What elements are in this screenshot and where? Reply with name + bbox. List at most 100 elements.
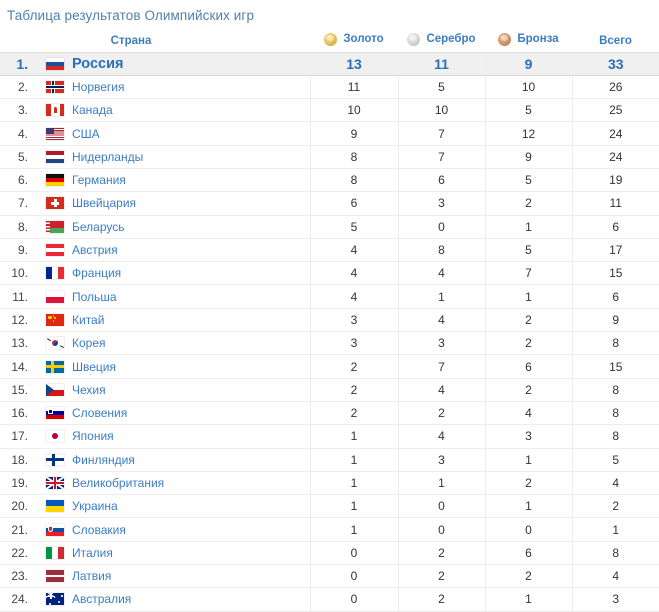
column-header-bronze[interactable]: Бронза bbox=[485, 30, 572, 53]
column-header-silver[interactable]: Серебро bbox=[398, 30, 485, 53]
table-row[interactable]: 13. Корея 3 3 2 8 bbox=[0, 331, 659, 356]
row-country-cell[interactable]: Китай bbox=[40, 308, 310, 333]
row-gold-count: 2 bbox=[309, 354, 398, 379]
table-row[interactable]: 23. Латвия 0 2 2 4 bbox=[0, 564, 659, 589]
row-country-name: Беларусь bbox=[72, 219, 125, 234]
row-gold-count: 1 bbox=[309, 494, 398, 519]
column-header-total-label: Всего bbox=[599, 34, 632, 47]
row-total-count: 2 bbox=[571, 494, 659, 519]
column-header-country[interactable]: Страна bbox=[40, 30, 310, 53]
row-country-name: Швеция bbox=[72, 359, 116, 374]
row-rank: 2. bbox=[0, 75, 40, 100]
table-row[interactable]: 21. Словакия 1 0 0 1 bbox=[0, 517, 659, 542]
row-country-cell[interactable]: Австрия bbox=[40, 238, 310, 263]
table-row[interactable]: 24. Австралия 0 2 1 3 bbox=[0, 587, 659, 612]
row-rank: 15. bbox=[0, 378, 40, 402]
row-gold-count: 10 bbox=[309, 98, 398, 123]
row-country-cell[interactable]: Норвегия bbox=[40, 75, 310, 100]
row-silver-count: 3 bbox=[397, 191, 485, 216]
table-row[interactable]: 12. Китай 3 4 2 9 bbox=[0, 308, 659, 333]
table-row[interactable]: 9. Австрия 4 8 5 17 bbox=[0, 238, 659, 263]
row-gold-count: 5 bbox=[309, 215, 398, 239]
row-country-name: Латвия bbox=[72, 569, 112, 584]
row-country-cell[interactable]: Россия bbox=[40, 52, 310, 76]
row-silver-count: 4 bbox=[397, 378, 485, 402]
table-row[interactable]: 14. Швеция 2 7 6 15 bbox=[0, 354, 659, 379]
row-rank: 7. bbox=[0, 191, 40, 216]
flag-icon-us bbox=[46, 127, 64, 140]
flag-icon-at bbox=[46, 244, 64, 257]
olympic-medal-table: Страна Золото Серебро Бронза Всего 1. Ро… bbox=[0, 30, 659, 612]
row-gold-count: 3 bbox=[309, 308, 398, 333]
row-silver-count: 8 bbox=[397, 238, 485, 263]
table-header-row: Страна Золото Серебро Бронза Всего bbox=[0, 30, 659, 53]
row-country-cell[interactable]: Великобритания bbox=[40, 471, 310, 496]
row-country-cell[interactable]: Чехия bbox=[40, 378, 310, 402]
flag-icon-ru bbox=[46, 57, 64, 70]
row-total-count: 4 bbox=[571, 564, 659, 589]
table-row[interactable]: 1. Россия 13 11 9 33 bbox=[0, 52, 659, 76]
row-gold-count: 4 bbox=[309, 284, 398, 309]
table-row[interactable]: 4. США 9 7 12 24 bbox=[0, 121, 659, 146]
column-header-gold[interactable]: Золото bbox=[310, 30, 398, 53]
row-bronze-count: 12 bbox=[484, 121, 572, 146]
row-country-cell[interactable]: Австралия bbox=[40, 587, 310, 612]
table-row[interactable]: 22. Италия 0 2 6 8 bbox=[0, 541, 659, 566]
row-gold-count: 1 bbox=[309, 517, 398, 542]
row-country-cell[interactable]: Беларусь bbox=[40, 215, 310, 239]
row-country-name: Польша bbox=[72, 289, 117, 304]
row-bronze-count: 1 bbox=[484, 215, 572, 239]
table-row[interactable]: 16. Словения 2 2 4 8 bbox=[0, 401, 659, 426]
row-total-count: 11 bbox=[571, 191, 659, 216]
row-country-name: Канада bbox=[72, 103, 113, 118]
row-country-cell[interactable]: Корея bbox=[40, 331, 310, 356]
column-header-rank[interactable] bbox=[0, 30, 40, 53]
row-bronze-count: 1 bbox=[484, 448, 572, 472]
row-country-cell[interactable]: Словения bbox=[40, 401, 310, 426]
flag-icon-ca bbox=[46, 104, 64, 117]
row-total-count: 8 bbox=[571, 541, 659, 566]
table-row[interactable]: 7. Швейцария 6 3 2 11 bbox=[0, 191, 659, 216]
row-country-cell[interactable]: Япония bbox=[40, 424, 310, 449]
row-silver-count: 1 bbox=[397, 471, 485, 496]
row-country-cell[interactable]: Германия bbox=[40, 168, 310, 193]
row-country-cell[interactable]: Швейцария bbox=[40, 191, 310, 216]
row-country-cell[interactable]: Финляндия bbox=[40, 448, 310, 472]
row-country-name: Норвегия bbox=[72, 79, 125, 94]
flag-icon-sk bbox=[46, 523, 64, 536]
row-country-cell[interactable]: Канада bbox=[40, 98, 310, 123]
row-country-cell[interactable]: США bbox=[40, 121, 310, 146]
row-country-cell[interactable]: Нидерланды bbox=[40, 145, 310, 169]
row-rank: 18. bbox=[0, 448, 40, 472]
row-bronze-count: 7 bbox=[484, 261, 572, 286]
row-total-count: 26 bbox=[571, 75, 659, 100]
table-row[interactable]: 15. Чехия 2 4 2 8 bbox=[0, 378, 659, 402]
table-row[interactable]: 20. Украина 1 0 1 2 bbox=[0, 494, 659, 519]
table-row[interactable]: 18. Финляндия 1 3 1 5 bbox=[0, 448, 659, 472]
table-row[interactable]: 8. Беларусь 5 0 1 6 bbox=[0, 215, 659, 239]
table-row[interactable]: 19. Великобритания 1 1 2 4 bbox=[0, 471, 659, 496]
row-country-name: Австралия bbox=[72, 592, 132, 607]
row-bronze-count: 5 bbox=[484, 168, 572, 193]
table-row[interactable]: 10. Франция 4 4 7 15 bbox=[0, 261, 659, 286]
table-row[interactable]: 2. Норвегия 11 5 10 26 bbox=[0, 75, 659, 100]
column-header-total[interactable]: Всего bbox=[572, 30, 659, 53]
row-country-cell[interactable]: Польша bbox=[40, 284, 310, 309]
row-country-cell[interactable]: Швеция bbox=[40, 354, 310, 379]
table-row[interactable]: 5. Нидерланды 8 7 9 24 bbox=[0, 145, 659, 169]
row-country-cell[interactable]: Словакия bbox=[40, 517, 310, 542]
row-gold-count: 6 bbox=[309, 191, 398, 216]
flag-icon-kr bbox=[46, 337, 64, 350]
table-row[interactable]: 6. Германия 8 6 5 19 bbox=[0, 168, 659, 193]
row-country-cell[interactable]: Латвия bbox=[40, 564, 310, 589]
table-row[interactable]: 17. Япония 1 4 3 8 bbox=[0, 424, 659, 449]
table-row[interactable]: 11. Польша 4 1 1 6 bbox=[0, 284, 659, 309]
row-total-count: 4 bbox=[571, 471, 659, 496]
row-bronze-count: 2 bbox=[484, 191, 572, 216]
row-silver-count: 2 bbox=[397, 587, 485, 612]
row-country-cell[interactable]: Украина bbox=[40, 494, 310, 519]
flag-icon-gb bbox=[46, 476, 64, 489]
row-country-cell[interactable]: Италия bbox=[40, 541, 310, 566]
table-row[interactable]: 3. Канада 10 10 5 25 bbox=[0, 98, 659, 123]
row-country-cell[interactable]: Франция bbox=[40, 261, 310, 286]
